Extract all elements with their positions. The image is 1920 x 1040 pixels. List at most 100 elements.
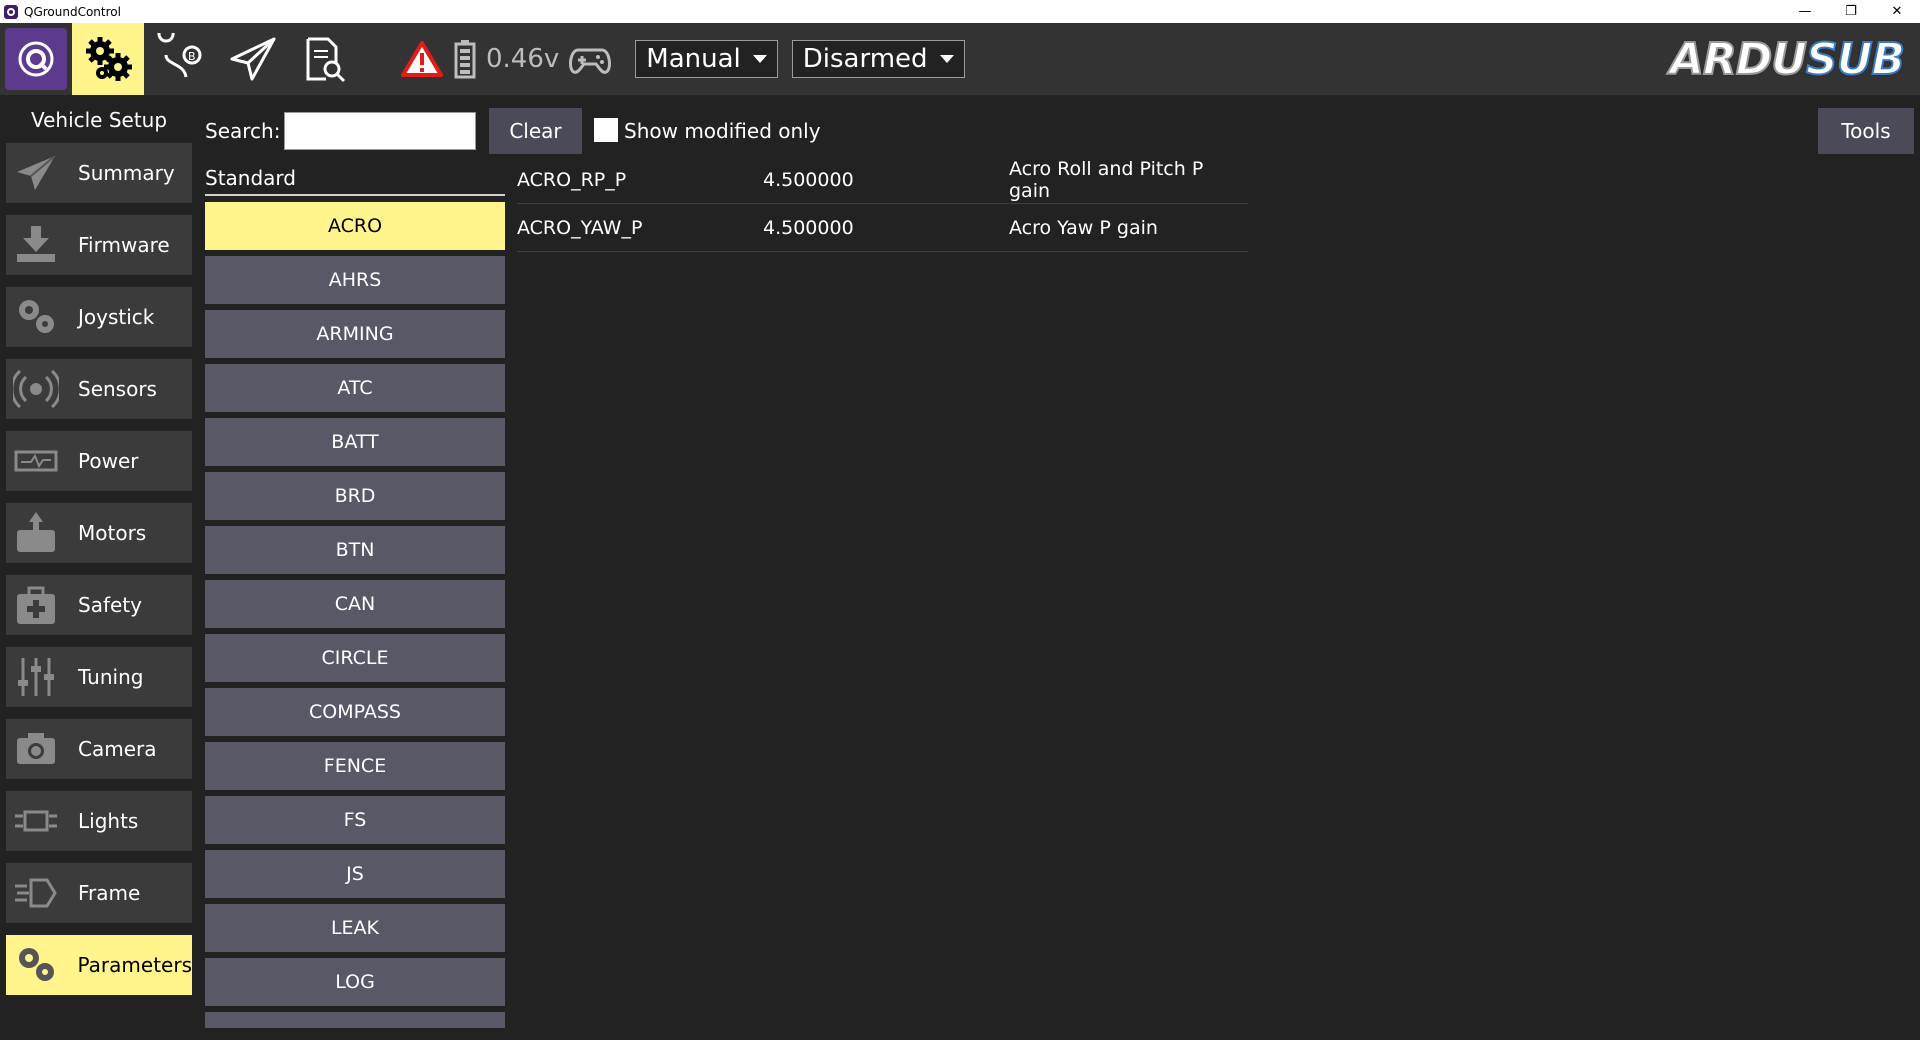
- table-row[interactable]: ACRO_YAW_P 4.500000 Acro Yaw P gain: [517, 204, 1248, 252]
- sidebar-item-firmware[interactable]: Firmware: [6, 215, 192, 275]
- group-header: Standard: [205, 166, 505, 196]
- parameter-group-list: ACRO AHRS ARMING ATC BATT BRD BTN CAN CI…: [205, 202, 505, 1028]
- gears-icon: [6, 287, 66, 347]
- chevron-down-icon: [752, 55, 767, 63]
- warning-icon: [401, 41, 443, 77]
- param-name: ACRO_YAW_P: [517, 216, 643, 239]
- window-title: QGroundControl: [24, 4, 121, 19]
- sliders-icon: [6, 647, 66, 707]
- sidebar-item-power[interactable]: Power: [6, 431, 192, 491]
- svg-text:B: B: [188, 50, 196, 63]
- sidebar-item-lights[interactable]: Lights: [6, 791, 192, 851]
- joystick-indicator[interactable]: [559, 23, 621, 95]
- route-icon: B: [157, 33, 202, 78]
- clear-button[interactable]: Clear: [489, 108, 582, 154]
- camera-icon: [6, 719, 66, 779]
- restore-button[interactable]: ❐: [1828, 0, 1874, 23]
- tools-button[interactable]: Tools: [1818, 108, 1914, 154]
- group-item-log[interactable]: LOG: [205, 958, 505, 1006]
- window-titlebar: QGroundControl — ❐ ✕: [0, 0, 1920, 23]
- group-item-atc[interactable]: ATC: [205, 364, 505, 412]
- sidebar-item-label: Frame: [78, 881, 141, 905]
- flight-mode-dropdown[interactable]: Manual: [635, 40, 778, 78]
- paper-plane-icon: [230, 37, 276, 81]
- param-name: ACRO_RP_P: [517, 168, 627, 191]
- ardusub-logo: ARDUSUB: [1669, 33, 1906, 86]
- group-item-leak[interactable]: LEAK: [205, 904, 505, 952]
- power-icon: [6, 431, 66, 491]
- sidebar-item-label: Safety: [78, 593, 142, 617]
- sidebar-item-tuning[interactable]: Tuning: [6, 647, 192, 707]
- sidebar-heading: Vehicle Setup: [30, 108, 168, 132]
- battery-indicator[interactable]: [450, 23, 480, 95]
- sidebar-item-summary[interactable]: Summary: [6, 143, 192, 203]
- group-item-partial[interactable]: [205, 1012, 505, 1028]
- motor-icon: [6, 503, 66, 563]
- show-modified-only-label: Show modified only: [624, 119, 821, 143]
- main-toolbar: B 0.46v Manual Disarmed ARDUSUB: [0, 23, 1920, 95]
- sidebar-item-motors[interactable]: Motors: [6, 503, 192, 563]
- sidebar-item-safety[interactable]: Safety: [6, 575, 192, 635]
- sidebar-item-label: Motors: [78, 521, 147, 545]
- arm-state-value: Disarmed: [802, 44, 928, 74]
- group-item-batt[interactable]: BATT: [205, 418, 505, 466]
- battery-icon: [454, 40, 476, 79]
- qgc-logo-button[interactable]: [0, 23, 72, 95]
- sidebar-item-joystick[interactable]: Joystick: [6, 287, 192, 347]
- message-indicator[interactable]: [394, 23, 450, 95]
- sidebar-item-label: Sensors: [78, 377, 157, 401]
- search-input[interactable]: [284, 112, 476, 150]
- plan-view-button[interactable]: B: [144, 23, 216, 95]
- group-item-acro[interactable]: ACRO: [205, 202, 505, 250]
- brand-part1: ARDU: [1669, 33, 1808, 86]
- document-search-icon: [306, 37, 346, 83]
- battery-voltage: 0.46v: [486, 44, 560, 74]
- group-item-ahrs[interactable]: AHRS: [205, 256, 505, 304]
- download-icon: [6, 215, 66, 275]
- chevron-down-icon: [939, 55, 954, 63]
- sidebar-item-label: Joystick: [78, 305, 155, 329]
- analyze-view-button[interactable]: [288, 23, 360, 95]
- gears-icon: [6, 935, 66, 995]
- app-icon: [4, 4, 18, 19]
- group-item-js[interactable]: JS: [205, 850, 505, 898]
- sidebar-item-label: Camera: [78, 737, 157, 761]
- frame-icon: [6, 863, 66, 923]
- group-item-compass[interactable]: COMPASS: [205, 688, 505, 736]
- group-item-fence[interactable]: FENCE: [205, 742, 505, 790]
- group-item-arming[interactable]: ARMING: [205, 310, 505, 358]
- sidebar-item-label: Lights: [78, 809, 139, 833]
- sidebar-item-label: Summary: [78, 161, 175, 185]
- group-item-fs[interactable]: FS: [205, 796, 505, 844]
- sidebar-item-label: Parameters: [77, 953, 192, 977]
- param-description: Acro Roll and Pitch P gain: [1009, 157, 1204, 202]
- table-row[interactable]: ACRO_RP_P 4.500000 Acro Roll and Pitch P…: [517, 156, 1248, 204]
- group-item-circle[interactable]: CIRCLE: [205, 634, 505, 682]
- paper-plane-icon: [6, 143, 66, 203]
- lights-icon: [6, 791, 66, 851]
- sidebar-item-parameters[interactable]: Parameters: [6, 935, 192, 995]
- arm-state-dropdown[interactable]: Disarmed: [791, 40, 965, 78]
- group-item-can[interactable]: CAN: [205, 580, 505, 628]
- radio-waves-icon: [6, 359, 66, 419]
- parameter-table: ACRO_RP_P 4.500000 Acro Roll and Pitch P…: [517, 156, 1248, 252]
- first-aid-icon: [6, 575, 66, 635]
- param-value: 4.500000: [763, 216, 854, 239]
- show-modified-only-checkbox[interactable]: [594, 118, 618, 142]
- group-item-btn[interactable]: BTN: [205, 526, 505, 574]
- search-label: Search:: [205, 119, 281, 143]
- group-item-brd[interactable]: BRD: [205, 472, 505, 520]
- sidebar-item-label: Tuning: [78, 665, 144, 689]
- vehicle-setup-button[interactable]: [72, 23, 144, 95]
- close-button[interactable]: ✕: [1874, 0, 1920, 23]
- sidebar-item-camera[interactable]: Camera: [6, 719, 192, 779]
- sidebar-item-sensors[interactable]: Sensors: [6, 359, 192, 419]
- sidebar-item-frame[interactable]: Frame: [6, 863, 192, 923]
- gamepad-icon: [569, 48, 612, 74]
- minimize-button[interactable]: —: [1782, 0, 1828, 23]
- sidebar-item-label: Firmware: [78, 233, 170, 257]
- gears-icon: [86, 37, 132, 81]
- window-controls: — ❐ ✕: [1782, 0, 1920, 23]
- sidebar-item-label: Power: [78, 449, 139, 473]
- fly-view-button[interactable]: [216, 23, 288, 95]
